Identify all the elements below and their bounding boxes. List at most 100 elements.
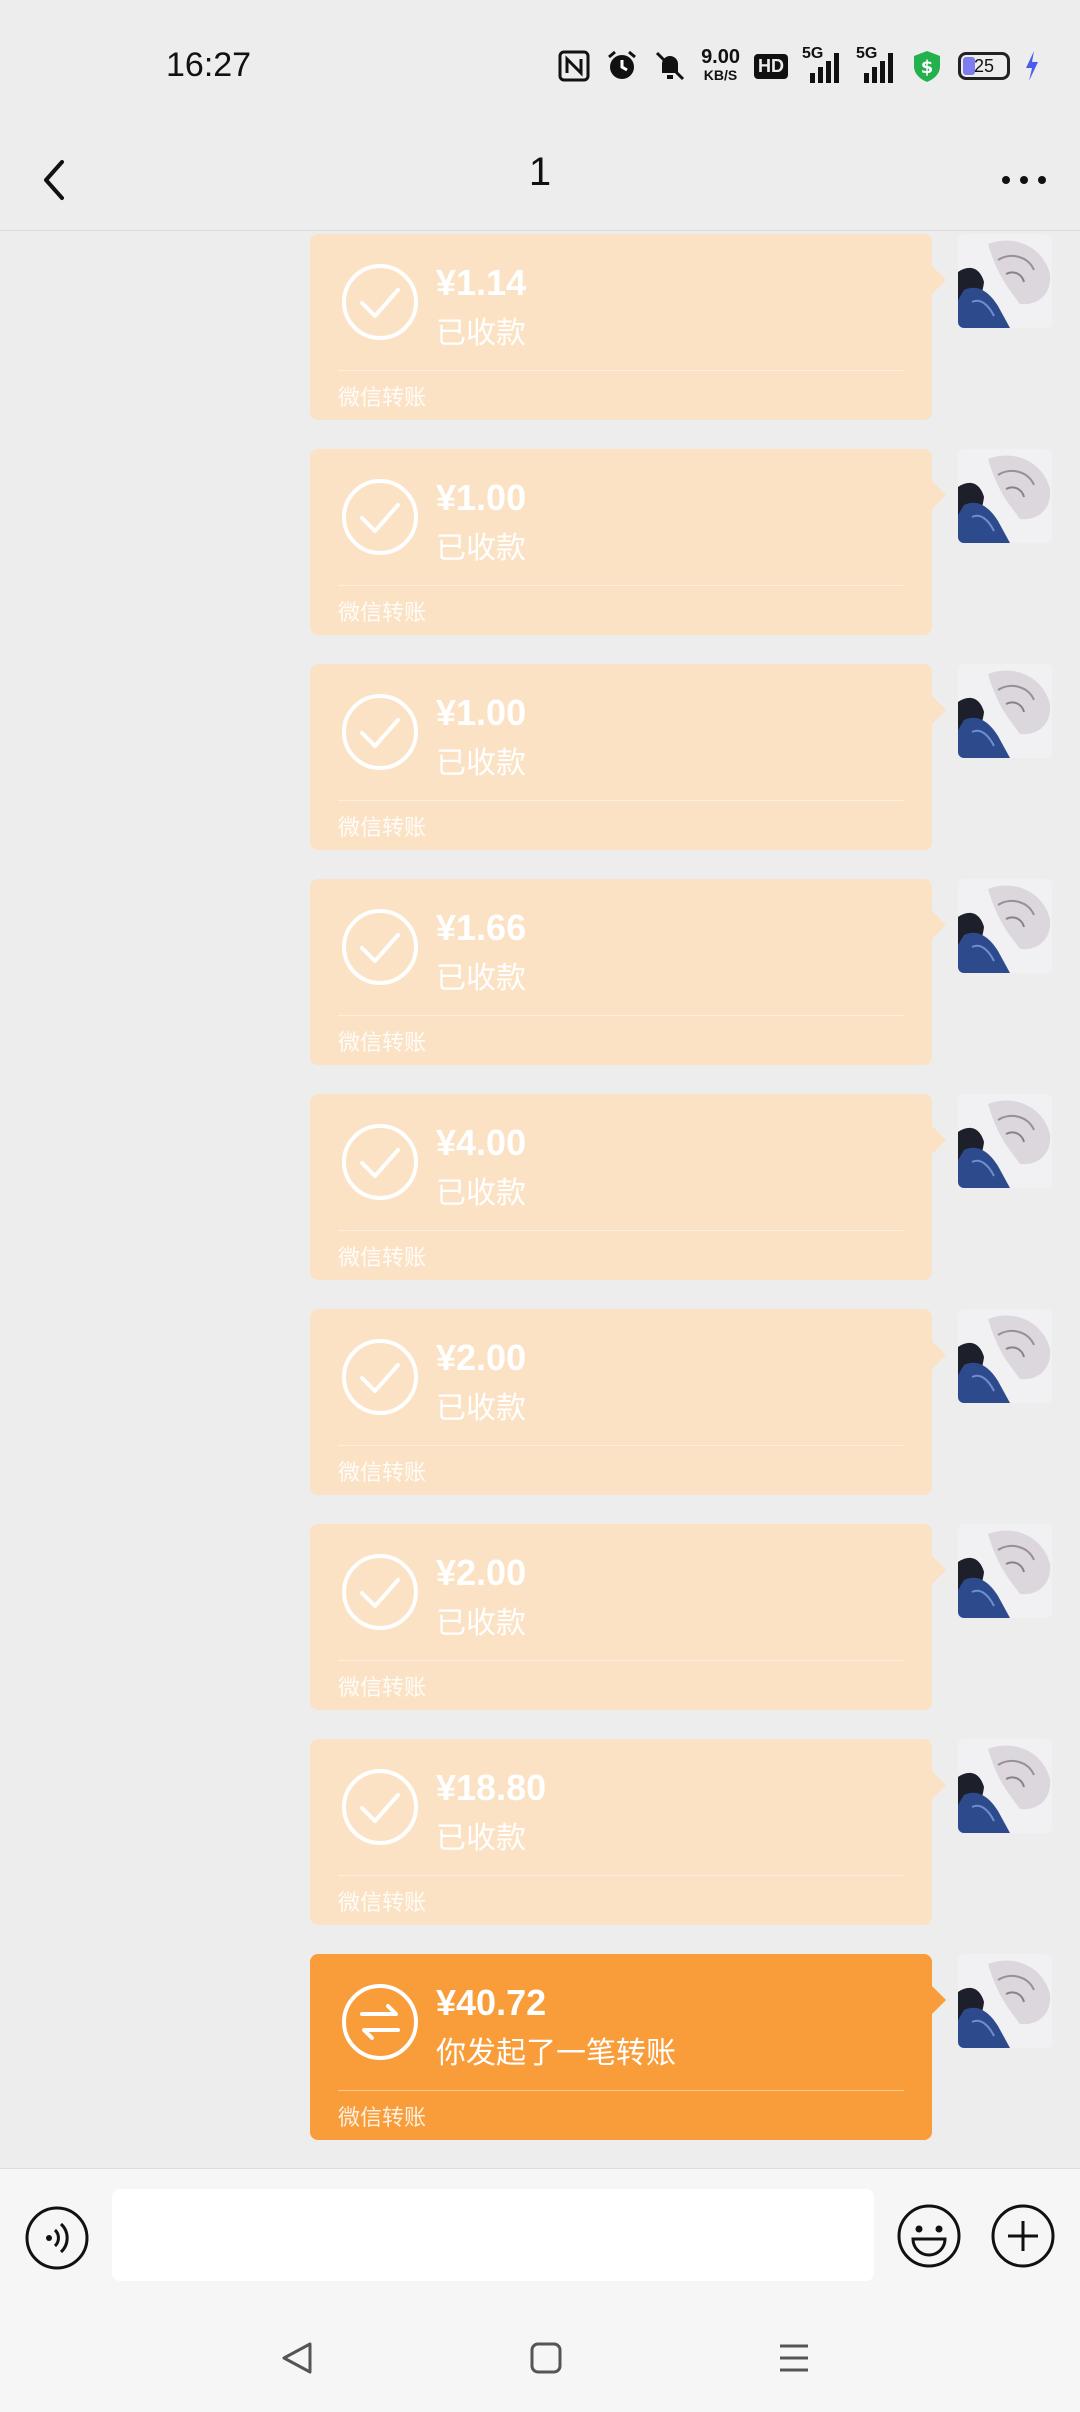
avatar[interactable]: [958, 664, 1052, 758]
more-icon[interactable]: [994, 152, 1054, 208]
transfer-status: 已收款: [436, 317, 526, 350]
svg-text:$: $: [921, 57, 934, 78]
transfer-footer: 微信转账: [338, 1460, 427, 1485]
transfer-amount: ¥2.00: [436, 1337, 527, 1378]
avatar[interactable]: [958, 449, 1052, 543]
message-row: ¥1.00 已收款 微信转账: [0, 664, 1080, 850]
transfer-footer: 微信转账: [338, 1245, 427, 1270]
transfer-card[interactable]: ¥1.00 已收款 微信转账: [310, 664, 946, 850]
check-circle-icon: [342, 1124, 418, 1200]
transfer-card[interactable]: ¥18.80 已收款 微信转账: [310, 1739, 946, 1925]
transfer-footer: 微信转账: [338, 385, 427, 410]
transfer-status: 已收款: [436, 532, 526, 565]
network-speed-value: 9.00: [701, 46, 740, 68]
transfer-amount: ¥1.14: [436, 262, 527, 303]
avatar[interactable]: [958, 1309, 1052, 1403]
mute-icon: [656, 51, 685, 81]
chat-title: 1: [528, 150, 552, 194]
signal-bars-icon: [810, 53, 839, 83]
nav-home-icon[interactable]: [526, 2338, 566, 2378]
avatar[interactable]: [958, 1094, 1052, 1188]
message-row: ¥1.14 已收款 微信转账: [0, 234, 1080, 420]
voice-icon[interactable]: [24, 2205, 90, 2271]
transfer-amount: ¥1.00: [436, 692, 527, 733]
status-bar: 16:27 9.00 KB/S HD 5G 5G $ 25: [0, 0, 1080, 130]
transfer-card[interactable]: ¥1.00 已收款 微信转账: [310, 449, 946, 635]
status-time: 16:27: [166, 46, 252, 84]
message-row: ¥18.80 已收款 微信转账: [0, 1739, 1080, 1925]
plus-icon[interactable]: [990, 2203, 1056, 2269]
message-row: ¥2.00 已收款 微信转账: [0, 1524, 1080, 1710]
transfer-amount: ¥1.00: [436, 477, 527, 518]
avatar[interactable]: [958, 234, 1052, 328]
transfer-amount: ¥4.00: [436, 1122, 527, 1163]
transfer-footer: 微信转账: [338, 600, 427, 625]
network-speed: 9.00 KB/S: [701, 46, 740, 84]
transfer-card[interactable]: ¥40.72 你发起了一笔转账 微信转账: [310, 1954, 946, 2140]
security-shield-icon: $: [914, 51, 940, 82]
card-divider: [338, 370, 904, 371]
card-divider: [338, 1445, 904, 1446]
nfc-icon: [558, 50, 590, 82]
alarm-icon: [608, 50, 637, 79]
card-divider: [338, 2090, 904, 2091]
transfer-amount: ¥2.00: [436, 1552, 527, 1593]
hd-badge: HD: [754, 53, 788, 79]
transfer-amount: ¥1.66: [436, 907, 527, 948]
card-divider: [338, 1015, 904, 1016]
check-circle-icon: [342, 264, 418, 340]
signal-1: 5G: [802, 45, 842, 83]
transfer-status: 你发起了一笔转账: [436, 2037, 676, 2070]
check-circle-icon: [342, 479, 418, 555]
transfer-status: 已收款: [436, 747, 526, 780]
transfer-status: 已收款: [436, 1177, 526, 1210]
transfer-status: 已收款: [436, 1392, 526, 1425]
transfer-arrows-icon: [342, 1984, 418, 2060]
charging-icon: [1026, 51, 1038, 81]
chat-header: 1: [0, 130, 1080, 231]
avatar[interactable]: [958, 1739, 1052, 1833]
transfer-footer: 微信转账: [338, 1030, 427, 1055]
check-circle-icon: [342, 1769, 418, 1845]
card-divider: [338, 1660, 904, 1661]
transfer-footer: 微信转账: [338, 2105, 427, 2130]
card-divider: [338, 585, 904, 586]
transfer-footer: 微信转账: [338, 1890, 427, 1915]
message-list[interactable]: ¥1.14 已收款 微信转账 ¥1.00 已收款 微信转账 ¥1.00 已收款: [0, 232, 1080, 2168]
emoji-icon[interactable]: [896, 2203, 962, 2269]
message-row: ¥2.00 已收款 微信转账: [0, 1309, 1080, 1495]
message-row: ¥1.66 已收款 微信转账: [0, 879, 1080, 1065]
signal-bars-icon: [864, 53, 893, 83]
message-row: ¥1.00 已收款 微信转账: [0, 449, 1080, 635]
transfer-card[interactable]: ¥2.00 已收款 微信转账: [310, 1309, 946, 1495]
input-bar: [0, 2168, 1080, 2299]
nav-recents-icon[interactable]: [774, 2338, 814, 2378]
check-circle-icon: [342, 1339, 418, 1415]
check-circle-icon: [342, 1554, 418, 1630]
transfer-card[interactable]: ¥4.00 已收款 微信转账: [310, 1094, 946, 1280]
card-divider: [338, 1230, 904, 1231]
signal-2: 5G: [856, 45, 896, 83]
nav-back-icon[interactable]: [278, 2338, 318, 2378]
card-divider: [338, 800, 904, 801]
message-row: ¥4.00 已收款 微信转账: [0, 1094, 1080, 1280]
transfer-amount: ¥40.72: [436, 1982, 547, 2023]
avatar[interactable]: [958, 1524, 1052, 1618]
check-circle-icon: [342, 909, 418, 985]
transfer-card[interactable]: ¥1.14 已收款 微信转账: [310, 234, 946, 420]
battery-indicator: 25: [958, 52, 1010, 80]
transfer-amount: ¥18.80: [436, 1767, 547, 1808]
system-nav-bar: [0, 2298, 1080, 2412]
transfer-status: 已收款: [436, 962, 526, 995]
message-input[interactable]: [112, 2189, 874, 2281]
check-circle-icon: [342, 694, 418, 770]
avatar[interactable]: [958, 879, 1052, 973]
network-speed-unit: KB/S: [703, 67, 738, 83]
status-icons: 9.00 KB/S HD 5G 5G $ 25: [557, 45, 1040, 86]
transfer-card[interactable]: ¥2.00 已收款 微信转账: [310, 1524, 946, 1710]
transfer-footer: 微信转账: [338, 815, 427, 840]
message-row: ¥40.72 你发起了一笔转账 微信转账: [0, 1954, 1080, 2140]
avatar[interactable]: [958, 1954, 1052, 2048]
transfer-card[interactable]: ¥1.66 已收款 微信转账: [310, 879, 946, 1065]
card-divider: [338, 1875, 904, 1876]
